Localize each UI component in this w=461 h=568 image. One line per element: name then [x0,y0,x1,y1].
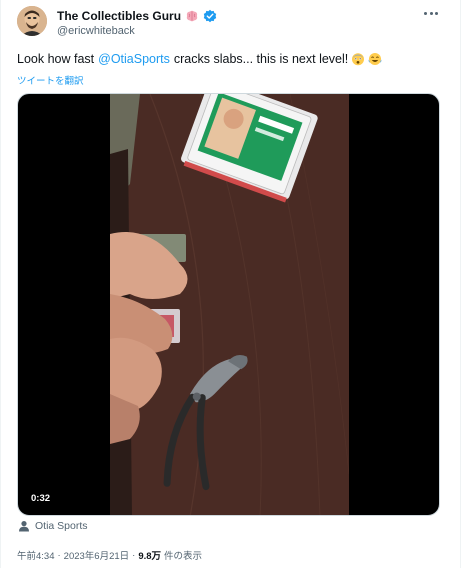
video-duration-badge: 0:32 [26,491,56,506]
tears-of-joy-emoji-icon [368,52,382,66]
video-player[interactable]: 0:32 [17,93,440,516]
brain-emoji-icon [185,9,199,23]
meta-separator: · [132,549,136,561]
author-display-name[interactable]: The Collectibles Guru [57,9,181,23]
tweet-text-after: cracks slabs... this is next level! [173,52,349,66]
tweet-text: Look how fast @OtiaSports cracks slabs..… [17,52,382,66]
dot-icon [434,11,438,15]
views-count: 9.8万 [138,551,162,562]
verified-badge-icon[interactable] [203,9,217,23]
dot-icon [429,11,433,15]
tweet-time[interactable]: 午前4:34 [17,548,55,562]
tweet-meta: 午前4:34 · 2023年6月21日 · 9.8万 件の表示 [17,548,203,563]
meta-separator: · [57,549,61,561]
person-icon [18,520,30,532]
video-frame[interactable] [110,94,349,515]
author-handle[interactable]: @ericwhiteback [57,25,135,37]
views-label: 件の表示 [164,551,203,562]
astonished-face-emoji-icon [351,52,365,66]
translate-tweet-link[interactable]: ツイートを翻訳 [17,73,84,87]
tweet-text-before: Look how fast [17,52,95,66]
author-name-row[interactable]: The Collectibles Guru [57,8,217,24]
attribution-label[interactable]: Otia Sports [35,520,88,532]
more-options-button[interactable] [420,4,442,22]
tweet-card: The Collectibles Guru @ericwhiteback Loo… [0,0,461,568]
tweet-date[interactable]: 2023年6月21日 [64,548,129,562]
dot-icon [424,11,428,15]
media-attribution[interactable]: Otia Sports [18,520,88,532]
avatar[interactable] [17,6,47,36]
mention-link[interactable]: @OtiaSports [98,52,170,66]
